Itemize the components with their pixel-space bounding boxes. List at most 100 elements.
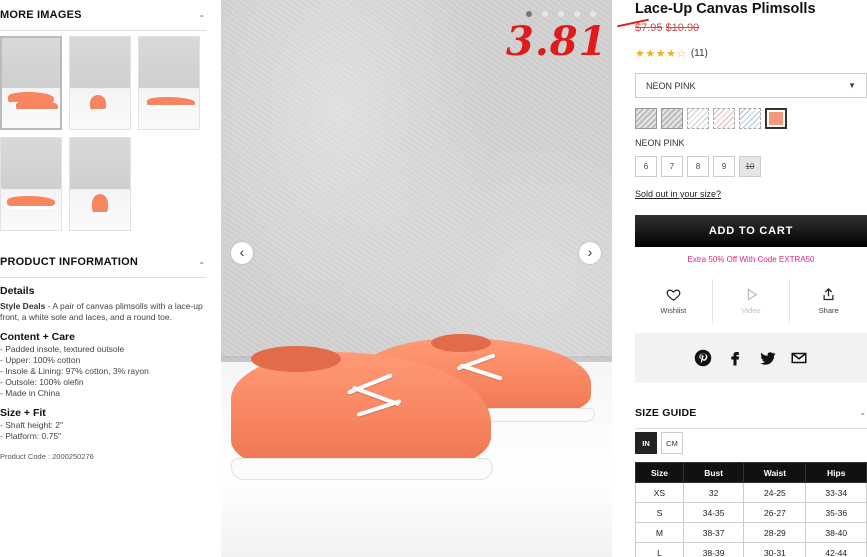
list-item: - Shaft height: 2" [0,420,64,430]
pinterest-icon[interactable] [694,349,712,367]
divider [0,30,206,31]
facebook-icon[interactable] [726,349,744,367]
table-cell: L [635,542,684,557]
table-cell: 26-27 [743,502,807,523]
carousel-dot-3[interactable] [558,11,564,17]
chevron-down-icon: ▼ [848,81,856,90]
shoe-front-illustration [231,340,501,500]
carousel-dot-1[interactable] [526,11,532,17]
unit-cm-button[interactable]: CM [661,432,683,454]
product-rating[interactable]: ★★★★☆ (11) [635,47,708,60]
thumbnail-3[interactable] [138,36,200,130]
email-icon[interactable] [790,349,808,367]
chevron-left-icon[interactable]: ‹ [231,242,253,264]
color-dropdown[interactable]: NEON PINK ▼ [635,73,867,98]
add-to-cart-button[interactable]: ADD TO CART [635,215,867,247]
carousel-dot-4[interactable] [574,11,580,17]
list-item: - Insole & Lining: 97% cotton, 3% rayon [0,366,149,376]
table-cell: 30-31 [743,542,807,557]
main-product-image[interactable]: ‹ › [221,0,612,557]
size-guide-section-header[interactable]: SIZE GUIDE - [635,405,867,429]
product-actions: Wishlist Video Share [635,279,867,323]
carousel-dot-2[interactable] [542,11,548,17]
divider [0,277,206,278]
collapse-toggle-icon[interactable]: - [200,255,204,269]
social-share-bar [635,333,867,383]
list-item: - Made in China [0,388,61,398]
column-header: Hips [805,462,867,483]
thumbnail-2[interactable] [69,36,131,130]
share-button[interactable]: Share [790,279,867,323]
promo-text: Extra 50% Off With Code EXTRA50 [687,255,815,264]
color-dropdown-value: NEON PINK [646,80,696,91]
unit-inches-button[interactable]: IN [635,432,657,454]
divider [635,428,867,429]
table-cell: 42-44 [805,542,867,557]
video-button[interactable]: Video [713,279,791,323]
wishlist-label: Wishlist [660,306,687,315]
carousel-pagination [526,11,596,17]
table-cell: 38-39 [682,542,745,557]
unit-toggle: IN CM [635,432,683,454]
table-cell: 34-35 [682,502,745,523]
more-images-section-header[interactable]: MORE IMAGES - [0,7,206,31]
table-cell: 28-29 [743,522,807,543]
size-option-sold-out[interactable]: 10 [739,156,761,177]
table-cell: 33-34 [805,482,867,503]
product-purchase-panel: Lace-Up Canvas Plimsolls $7.95 $10.90 ★★★… [635,0,867,557]
collapse-toggle-icon[interactable]: - [200,8,204,22]
table-cell: 32 [682,482,745,503]
chevron-right-icon[interactable]: › [579,242,601,264]
details-heading: Details [0,285,35,297]
color-swatch[interactable] [739,108,761,129]
heart-icon [666,289,681,301]
table-header-row: Size Bust Waist Hips [635,462,867,483]
color-swatches [635,108,787,129]
brand-name: Style Deals [0,301,46,311]
size-option[interactable]: 8 [687,156,709,177]
size-guide-heading: SIZE GUIDE [635,407,697,419]
product-information-heading: PRODUCT INFORMATION [0,256,139,268]
size-option[interactable]: 9 [713,156,735,177]
sold-out-link[interactable]: Sold out in your size? [635,189,721,199]
size-option[interactable]: 7 [661,156,683,177]
size-fit-heading: Size + Fit [0,407,46,419]
product-code: Product Code : 2000250276 [0,452,94,461]
thumbnail-5[interactable] [69,137,131,231]
list-item: - Outsole: 100% olefin [0,377,84,387]
product-details: Details Style Deals - A pair of canvas p… [0,286,210,462]
column-header: Bust [682,462,745,483]
review-count[interactable]: (11) [691,48,708,59]
collapse-toggle-icon[interactable]: - [861,406,865,420]
color-swatch[interactable] [713,108,735,129]
table-row: L 38-39 30-31 42-44 [635,542,867,557]
play-icon [747,288,758,301]
wishlist-button[interactable]: Wishlist [635,279,713,323]
carousel-dot-5[interactable] [590,11,596,17]
star-rating-icon: ★★★★☆ [635,48,687,60]
sale-price-annotation: 3.81 [506,18,608,65]
product-information-section-header[interactable]: PRODUCT INFORMATION - [0,254,206,278]
table-cell: XS [635,482,684,503]
table-cell: S [635,502,684,523]
table-row: S 34-35 26-27 35-36 [635,502,867,523]
more-images-heading: MORE IMAGES [0,9,82,21]
table-cell: 38-37 [682,522,745,543]
color-swatch[interactable] [661,108,683,129]
table-cell: 24-25 [743,482,807,503]
table-row: XS 32 24-25 33-34 [635,482,867,503]
color-swatch[interactable] [687,108,709,129]
table-cell: 35-36 [805,502,867,523]
color-swatch[interactable] [635,108,657,129]
thumbnail-1[interactable] [0,36,62,130]
thumbnail-4[interactable] [0,137,62,231]
color-swatch-neon-pink[interactable] [765,108,787,129]
size-option[interactable]: 6 [635,156,657,177]
left-column: MORE IMAGES - PRODUCT INFORMATION - Deta… [0,0,206,557]
details-text: Style Deals - A pair of canvas plimsolls… [0,301,210,323]
video-label: Video [741,306,761,315]
column-header: Waist [743,462,807,483]
size-options: 6 7 8 9 10 [635,156,761,177]
size-fit-list: - Shaft height: 2" - Platform: 0.75" [0,420,210,442]
twitter-icon[interactable] [758,349,776,367]
